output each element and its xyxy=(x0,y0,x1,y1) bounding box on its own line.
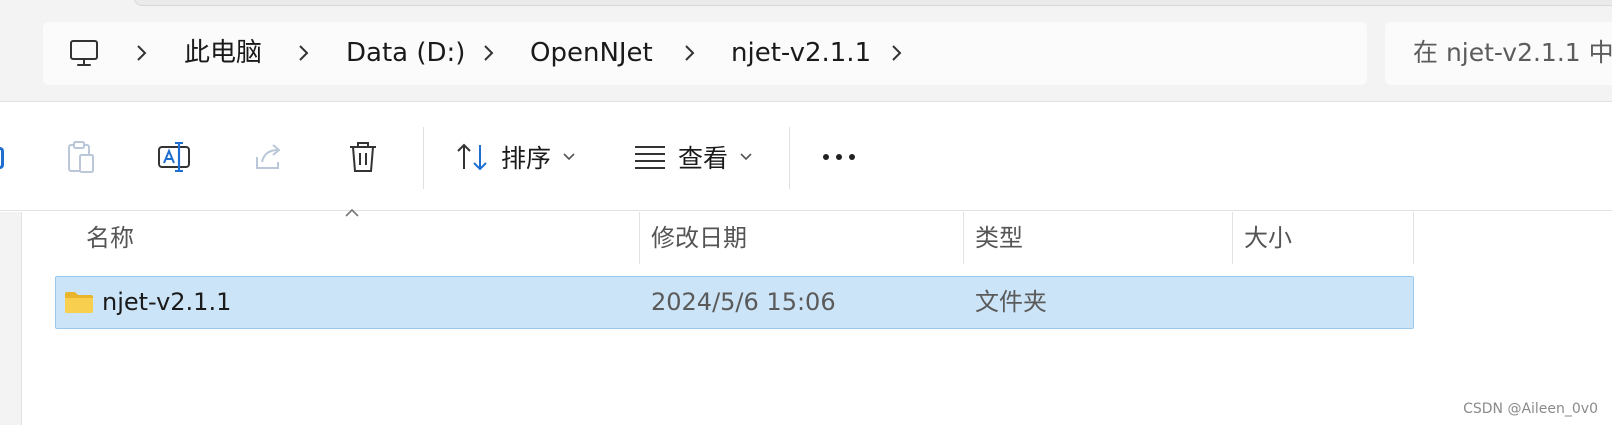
address-area: 此电脑 Data (D:) OpenNJet njet-v2.1.1 在 nje… xyxy=(0,0,1612,102)
chevron-right-icon[interactable] xyxy=(478,41,498,65)
column-header-modified[interactable]: 修改日期 xyxy=(651,212,747,264)
chevron-right-icon[interactable] xyxy=(293,41,313,65)
delete-icon[interactable] xyxy=(339,133,387,181)
column-header-size[interactable]: 大小 xyxy=(1244,212,1292,264)
table-row[interactable]: njet-v2.1.1 2024/5/6 15:06 文件夹 xyxy=(55,276,1414,329)
file-name[interactable]: njet-v2.1.1 xyxy=(102,277,231,328)
chevron-right-icon[interactable] xyxy=(886,41,906,65)
view-button[interactable]: 查看 xyxy=(634,131,752,183)
column-header-row: 名称 修改日期 类型 大小 xyxy=(55,208,1415,264)
sort-button[interactable]: 排序 xyxy=(455,131,575,183)
chevron-down-icon xyxy=(740,153,752,161)
share-icon[interactable] xyxy=(245,133,293,181)
chevron-right-icon[interactable] xyxy=(131,41,151,65)
watermark: CSDN @Aileen_0v0 xyxy=(1463,401,1598,417)
more-icon[interactable] xyxy=(815,133,863,181)
column-header-name[interactable]: 名称 xyxy=(86,212,134,264)
breadcrumb-item-njet[interactable]: njet-v2.1.1 xyxy=(731,36,871,70)
breadcrumb-item-this-pc[interactable]: 此电脑 xyxy=(184,36,262,70)
chevron-right-icon[interactable] xyxy=(679,41,699,65)
column-header-type[interactable]: 类型 xyxy=(975,212,1023,264)
this-pc-icon[interactable] xyxy=(69,38,99,68)
column-divider[interactable] xyxy=(1413,212,1414,264)
rename-icon[interactable] xyxy=(151,133,199,181)
column-divider[interactable] xyxy=(963,212,964,264)
sort-label: 排序 xyxy=(501,144,552,173)
navigation-pane[interactable] xyxy=(0,212,22,425)
breadcrumb-item-data-drive[interactable]: Data (D:) xyxy=(346,36,465,70)
sort-ascending-icon xyxy=(345,208,359,217)
sort-icon xyxy=(457,143,487,171)
folder-icon xyxy=(65,292,93,313)
view-icon xyxy=(635,146,665,169)
new-item-icon[interactable] xyxy=(0,147,4,169)
chevron-down-icon xyxy=(563,153,575,161)
breadcrumb[interactable]: 此电脑 Data (D:) OpenNJet njet-v2.1.1 xyxy=(43,22,1367,85)
search-input[interactable]: 在 njet-v2.1.1 中 xyxy=(1385,22,1612,85)
file-explorer-window: 此电脑 Data (D:) OpenNJet njet-v2.1.1 在 nje… xyxy=(0,0,1612,425)
column-divider[interactable] xyxy=(1232,212,1233,264)
paste-icon[interactable] xyxy=(57,133,105,181)
column-divider[interactable] xyxy=(639,212,640,264)
search-placeholder: 在 njet-v2.1.1 中 xyxy=(1413,38,1612,67)
file-type: 文件夹 xyxy=(975,288,1047,316)
view-label: 查看 xyxy=(678,144,729,173)
tab-strip-edge xyxy=(134,0,1612,6)
command-bar: 排序 查看 xyxy=(0,103,1612,211)
toolbar-divider xyxy=(423,127,424,189)
toolbar-divider xyxy=(789,127,790,189)
file-modified: 2024/5/6 15:06 xyxy=(651,288,836,316)
breadcrumb-item-opennjet[interactable]: OpenNJet xyxy=(530,36,653,70)
